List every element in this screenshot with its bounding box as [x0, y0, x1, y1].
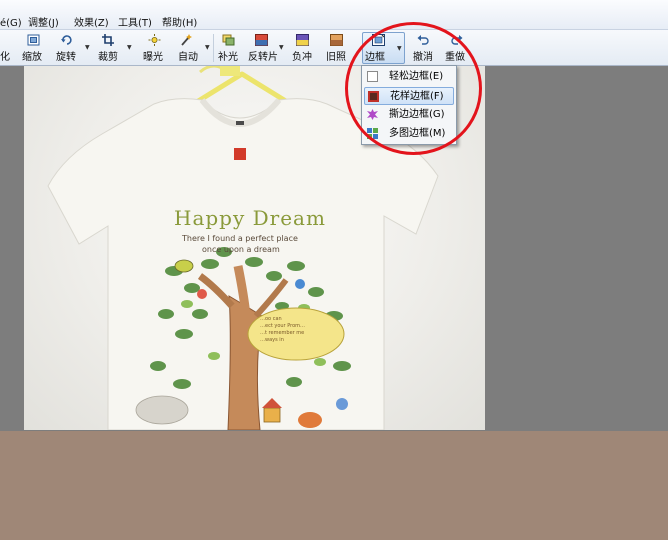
menu-adjust-key: (J) [48, 18, 59, 29]
auto-wand-icon [181, 34, 192, 46]
auto-label: 自动 [178, 52, 198, 63]
menu-effects-key: (Z) [94, 18, 109, 29]
menu-tools-label: 工具 [118, 18, 138, 29]
resize-button[interactable]: 缩放 [20, 32, 48, 64]
rotate-dropdown-arrow[interactable]: ▼ [85, 44, 90, 51]
negative-button[interactable]: 负冲 [290, 32, 316, 64]
crop-dropdown-arrow[interactable]: ▼ [127, 44, 132, 51]
fill-light-button[interactable]: 补光 [216, 32, 242, 64]
menu-help-label: 帮助 [162, 18, 182, 29]
menu-help[interactable]: 帮助(H) [162, 18, 197, 30]
menu-adjust[interactable]: 调整(J) [28, 18, 59, 30]
menu-help-key: (H) [182, 18, 198, 29]
bottom-band [0, 431, 668, 540]
auto-dropdown-arrow[interactable]: ▼ [205, 44, 210, 51]
resize-icon [27, 34, 40, 46]
reversal-film-label: 反转片 [248, 52, 278, 63]
exposure-button[interactable]: 曝光 [140, 32, 168, 64]
reversal-film-dropdown-arrow[interactable]: ▼ [279, 44, 284, 51]
negative-label: 负冲 [292, 52, 312, 63]
bubble-line: …ways in [260, 337, 284, 343]
menu-tools-key: (T) [138, 18, 152, 29]
speech-bubble-text: …oo can …ect your Prom… …t remember me …… [260, 316, 330, 344]
resize-label: 缩放 [22, 52, 42, 63]
exposure-icon [148, 34, 161, 46]
annotation-circle [345, 22, 482, 155]
exposure-label: 曝光 [143, 52, 163, 63]
reversal-film-button[interactable]: 反转片 ▼ [246, 32, 286, 64]
crop-icon [102, 34, 114, 46]
bubble-line: …ect your Prom… [260, 323, 306, 329]
toolbar-separator [213, 34, 214, 62]
old-photo-icon [330, 34, 343, 46]
toolbar-partial-button[interactable]: 化 [0, 32, 12, 64]
menu-effects[interactable]: 效果(Z) [74, 18, 109, 30]
toolbar: 化 缩放 旋转 ▼ 裁剪 ▼ 曝光 自动 ▼ 补光 反转片 ▼ 负冲 旧照 边框… [0, 30, 668, 66]
menu-adjust-label: 调整 [28, 18, 48, 29]
reversal-film-icon [255, 34, 268, 46]
crop-button[interactable]: 裁剪 ▼ [96, 32, 134, 64]
auto-button[interactable]: 自动 ▼ [176, 32, 212, 64]
negative-icon [296, 34, 309, 46]
shirt-line-2: once upon a dream [202, 245, 280, 254]
old-photo-button[interactable]: 旧照 [324, 32, 350, 64]
shirt-line-1: There I found a perfect place [182, 234, 298, 243]
fill-light-label: 补光 [218, 52, 238, 63]
menu-tools[interactable]: 工具(T) [118, 18, 152, 30]
menu-effects-label: 效果 [74, 18, 94, 29]
shirt-title: Happy Dream [174, 206, 326, 230]
crop-label: 裁剪 [98, 52, 118, 63]
rotate-button[interactable]: 旋转 ▼ [54, 32, 92, 64]
fill-light-icon [222, 34, 235, 46]
bubble-line: …oo can [260, 316, 282, 322]
menu-partial-left[interactable]: é(G) [0, 18, 22, 30]
rotate-icon [61, 35, 72, 45]
bubble-line: …t remember me [260, 330, 305, 336]
toolbar-partial-label: 化 [0, 52, 10, 63]
menu-bar: é(G) 调整(J) 效果(Z) 工具(T) 帮助(H) [0, 0, 668, 30]
rotate-label: 旋转 [56, 52, 76, 63]
image-canvas[interactable]: Happy Dream There I found a perfect plac… [0, 66, 668, 540]
old-photo-label: 旧照 [326, 52, 346, 63]
